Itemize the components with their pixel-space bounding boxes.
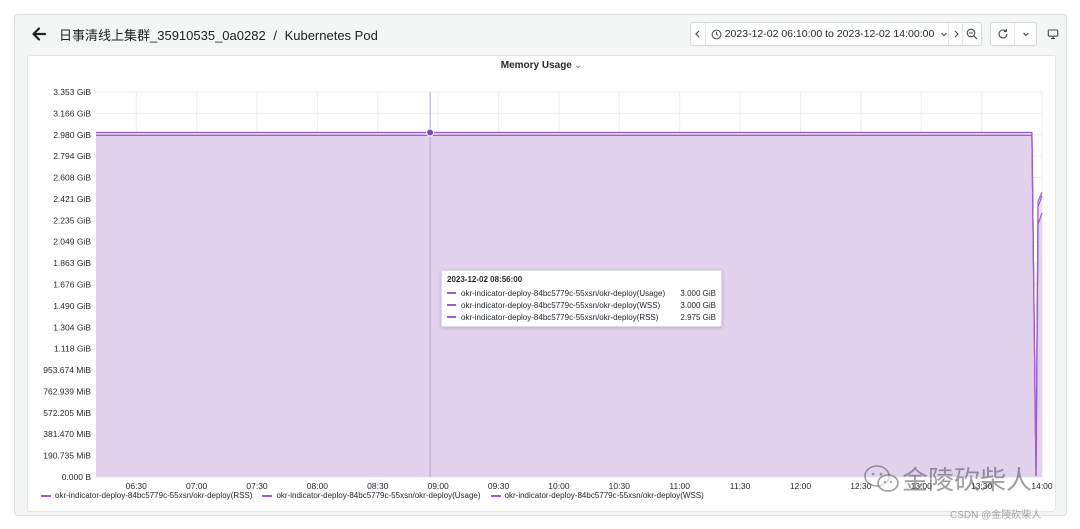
refresh-icon: [998, 28, 1008, 39]
y-tick-label: 2.235 GiB: [53, 215, 91, 225]
y-tick-label: 3.353 GiB: [53, 87, 91, 97]
tooltip-row: okr-indicator-deploy-84bc5779c-55xsn/okr…: [447, 311, 716, 323]
x-tick-label: 07:00: [186, 481, 208, 491]
page-title: 日事清线上集群_35910535_0a0282 / Kubernetes Pod: [59, 25, 378, 44]
zoom-out-button[interactable]: [963, 23, 981, 45]
tooltip-row: okr-indicator-deploy-84bc5779c-55xsn/okr…: [447, 287, 716, 299]
y-tick-label: 2.608 GiB: [53, 173, 91, 183]
hover-point: [426, 128, 435, 137]
time-forward-button[interactable]: [949, 23, 962, 45]
y-tick-label: 1.490 GiB: [53, 301, 91, 311]
y-axis-ticks: 0.000 B 190.735 MiB 381.470 MiB 572.205 MiB…: [43, 87, 91, 482]
y-tick-label: 953.674 MiB: [43, 365, 91, 375]
chevron-down-icon: [941, 32, 948, 37]
tooltip-series-name: okr-indicator-deploy-84bc5779c-55xsn/okr…: [461, 288, 666, 298]
tooltip-row: okr-indicator-deploy-84bc5779c-55xsn/okr…: [447, 299, 716, 311]
y-tick-label: 1.863 GiB: [53, 258, 91, 268]
series-swatch: [447, 316, 456, 318]
y-tick-label: 2.421 GiB: [53, 194, 91, 204]
x-tick-label: 07:30: [246, 481, 268, 491]
y-tick-label: 2.794 GiB: [53, 151, 91, 161]
y-tick-label: 2.980 GiB: [53, 130, 91, 140]
refresh-group: [990, 22, 1037, 46]
title-separator: /: [273, 28, 277, 43]
tooltip-series-name: okr-indicator-deploy-84bc5779c-55xsn/okr…: [461, 300, 661, 310]
x-tick-label: 10:00: [548, 481, 570, 491]
legend-label: okr-indicator-deploy-84bc5779c-55xsn/okr…: [504, 491, 704, 500]
tooltip-series-name: okr-indicator-deploy-84bc5779c-55xsn/okr…: [461, 312, 659, 322]
tooltip-series-value: 3.000 GiB: [680, 300, 716, 310]
view-mode-group: [1043, 22, 1063, 46]
back-arrow-icon[interactable]: [29, 24, 49, 44]
legend-item-usage[interactable]: okr-indicator-deploy-84bc5779c-55xsn/okr…: [262, 491, 481, 500]
x-tick-label: 08:00: [307, 481, 329, 491]
view-mode-button[interactable]: [1043, 23, 1063, 45]
y-tick-label: 2.049 GiB: [53, 237, 91, 247]
x-tick-label: 08:30: [367, 481, 389, 491]
tooltip-series-value: 3.000 GiB: [680, 288, 716, 298]
y-tick-label: 381.470 MiB: [43, 429, 91, 439]
series-swatch: [41, 494, 51, 497]
y-tick-label: 1.118 GiB: [54, 344, 92, 354]
view-name: Kubernetes Pod: [284, 28, 378, 43]
cluster-name: 日事清线上集群_35910535_0a0282: [59, 28, 266, 43]
x-tick-label: 10:30: [609, 481, 631, 491]
time-back-button[interactable]: [691, 23, 705, 45]
time-range-label: 2023-12-02 06:10:00 to 2023-12-02 14:00:…: [724, 28, 935, 40]
refresh-button[interactable]: [991, 23, 1014, 45]
time-picker-group: 2023-12-02 06:10:00 to 2023-12-02 14:00:…: [690, 22, 982, 46]
legend-item-rss[interactable]: okr-indicator-deploy-84bc5779c-55xsn/okr…: [41, 491, 252, 500]
x-tick-label: 11:00: [669, 481, 690, 491]
tooltip-series-value: 2.975 GiB: [680, 312, 716, 322]
y-tick-label: 0.000 B: [62, 472, 92, 482]
memory-usage-panel: Memory Usage ⌄ 0.000 B 190.735 MiB 381.470 …: [27, 55, 1056, 512]
zoom-out-icon: [966, 28, 978, 40]
app-window: 日事清线上集群_35910535_0a0282 / Kubernetes Pod…: [14, 14, 1067, 516]
y-tick-label: 1.304 GiB: [53, 322, 91, 332]
x-tick-label: 14:00: [1031, 481, 1053, 491]
x-tick-label: 12:00: [790, 481, 812, 491]
x-tick-label: 09:00: [428, 481, 450, 491]
legend-label: okr-indicator-deploy-84bc5779c-55xsn/okr…: [276, 491, 481, 500]
y-tick-label: 190.735 MiB: [43, 451, 91, 461]
y-tick-label: 1.676 GiB: [53, 280, 91, 290]
series-swatch: [262, 494, 273, 497]
refresh-interval-dropdown[interactable]: [1015, 23, 1036, 45]
y-tick-label: 572.205 MiB: [43, 408, 91, 418]
chevron-left-icon: [695, 30, 700, 38]
tooltip-time: 2023-12-02 08:56:00: [447, 275, 523, 284]
series-swatch: [447, 292, 456, 294]
legend-item-wss[interactable]: okr-indicator-deploy-84bc5779c-55xsn/okr…: [490, 491, 704, 500]
watermark-text: 金陵砍柴人: [902, 466, 1033, 496]
csdn-watermark: CSDN @金陵砍柴人: [950, 510, 1042, 521]
monitor-icon: [1047, 29, 1059, 40]
x-tick-label: 11:30: [730, 481, 751, 491]
top-bar: 日事清线上集群_35910535_0a0282 / Kubernetes Pod…: [15, 15, 1066, 53]
series-swatch: [490, 494, 501, 497]
series-swatch: [447, 304, 456, 306]
x-tick-label: 09:30: [488, 481, 510, 491]
wechat-watermark: 金陵砍柴人: [862, 460, 1032, 497]
clock-icon: [711, 29, 722, 39]
chevron-down-icon: [1022, 32, 1029, 37]
chevron-right-icon: [954, 30, 959, 38]
legend-label: okr-indicator-deploy-84bc5779c-55xsn/okr…: [55, 491, 253, 500]
hover-tooltip: 2023-12-02 08:56:00 okr-indicator-deploy…: [441, 270, 722, 327]
y-tick-label: 3.166 GiB: [53, 108, 91, 118]
wechat-logo-icon: [864, 464, 899, 492]
time-range-picker[interactable]: 2023-12-02 06:10:00 to 2023-12-02 14:00:…: [706, 23, 949, 45]
y-tick-label: 762.939 MiB: [43, 386, 91, 396]
x-tick-label: 06:30: [126, 481, 148, 491]
chart-legend: okr-indicator-deploy-84bc5779c-55xsn/okr…: [41, 491, 714, 500]
